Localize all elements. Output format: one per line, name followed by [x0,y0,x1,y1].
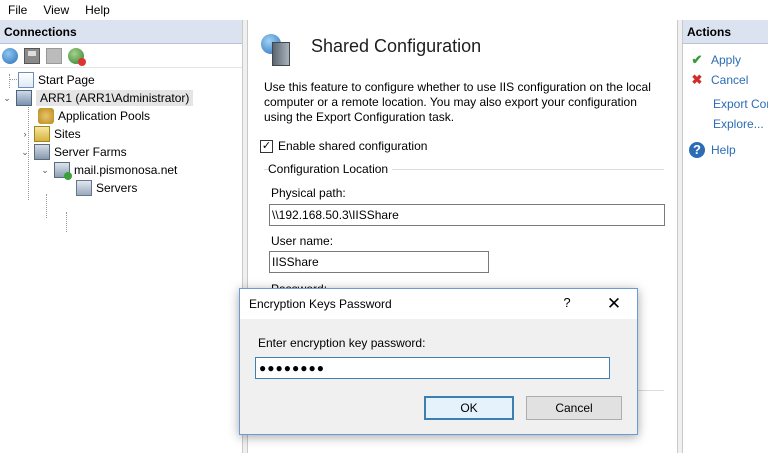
tree-servers[interactable]: Servers [76,179,137,197]
export-configuration-action[interactable]: Export Configuration... [713,97,768,111]
checkmark-icon[interactable]: ✓ [260,139,273,153]
cancel-label: Cancel [711,73,749,87]
servers-icon [76,180,92,196]
page-title: Shared Configuration [311,36,482,56]
chevron-down-icon[interactable]: ⌄ [40,165,50,176]
chevron-down-icon[interactable]: ⌄ [20,147,30,158]
tree-start-page[interactable]: Start Page [18,71,95,89]
encryption-password-input[interactable]: ●●●●●●●● [255,357,610,379]
save-disk-icon[interactable] [24,47,40,64]
cancel-button[interactable]: Cancel [526,396,622,420]
help-action[interactable]: ? Help [689,142,736,158]
connections-panel: Connections Start Page ⌄ ARR1 (ARR1\Admi… [0,20,243,453]
dialog-title: Encryption Keys Password [249,297,392,311]
apply-action[interactable]: ✔ Apply [689,52,741,68]
feature-description: Use this feature to configure whether to… [264,80,651,124]
menu-file[interactable]: File [0,3,35,17]
tree-sites-label: Sites [54,127,81,141]
tree-sites[interactable]: › Sites [20,125,81,143]
configuration-location-title: Configuration Location [268,162,393,176]
menu-bar: File View Help [0,0,768,20]
encryption-password-prompt: Enter encryption key password: [258,336,426,350]
help-label: Help [711,143,736,157]
tree-server-label: ARR1 (ARR1\Administrator) [36,90,194,106]
ok-button[interactable]: OK [424,396,514,420]
disconnect-icon[interactable] [68,47,86,66]
tree-connector [46,194,47,218]
actions-panel: Actions ✔ Apply ✖ Cancel Export Configur… [682,20,768,453]
menu-view[interactable]: View [35,3,77,17]
actions-header: Actions [683,20,768,44]
apply-check-icon: ✔ [691,52,703,67]
tree-server-farms[interactable]: ⌄ Server Farms [20,143,127,161]
tree-connector [66,212,67,232]
help-icon: ? [689,142,705,158]
connections-tree: Start Page ⌄ ARR1 (ARR1\Administrator) A… [0,68,242,232]
server-farms-icon [34,144,50,160]
app-pools-icon [38,108,54,124]
tree-connector [9,74,10,88]
dialog-titlebar: Encryption Keys Password ? ✕ [240,289,637,319]
tree-servers-label: Servers [96,181,138,195]
encryption-keys-password-dialog: Encryption Keys Password ? ✕ Enter encry… [239,288,638,435]
menu-help[interactable]: Help [77,3,118,17]
cancel-action[interactable]: ✖ Cancel [689,72,749,88]
enable-shared-config-checkbox[interactable]: ✓ Enable shared configuration [260,139,427,153]
cancel-x-icon: ✖ [691,72,703,87]
help-question-icon[interactable]: ? [557,295,577,310]
up-level-icon[interactable] [46,47,62,64]
explore-action[interactable]: Explore... [713,117,764,131]
tree-app-pools[interactable]: Application Pools [38,107,150,125]
shared-config-icon [261,34,291,66]
tree-server-farms-label: Server Farms [54,145,127,159]
connect-globe-icon[interactable] [2,47,18,64]
tree-farm-node[interactable]: ⌄ mail.pismonosa.net [40,161,178,180]
tree-server-node[interactable]: ⌄ ARR1 (ARR1\Administrator) [2,89,194,107]
server-icon [16,90,32,106]
physical-path-label: Physical path: [271,186,346,200]
user-name-label: User name: [271,234,334,248]
start-page-icon [18,72,34,88]
physical-path-input[interactable]: \\192.168.50.3\IISShare [269,204,665,226]
enable-shared-config-label: Enable shared configuration [278,139,428,153]
connections-toolbar [0,44,242,68]
close-icon[interactable]: ✕ [602,292,626,316]
user-name-input[interactable]: IISShare [269,251,489,273]
tree-app-pools-label: Application Pools [58,109,151,123]
tree-start-page-label: Start Page [38,73,95,87]
apply-label: Apply [711,53,742,67]
sites-icon [34,126,50,142]
chevron-down-icon[interactable]: ⌄ [2,93,12,104]
farm-icon [54,162,72,180]
connections-header: Connections [0,20,242,44]
chevron-right-icon[interactable]: › [20,129,30,139]
tree-farm-label: mail.pismonosa.net [74,163,178,177]
